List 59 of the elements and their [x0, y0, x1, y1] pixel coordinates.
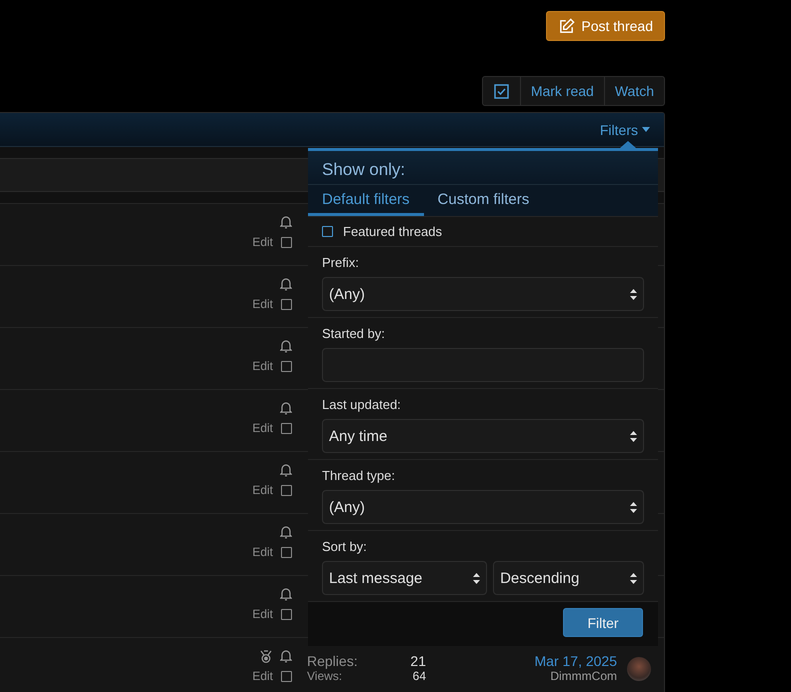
select-checkbox[interactable]	[281, 422, 292, 434]
select-field[interactable]: Last message	[322, 561, 488, 595]
bell-icon[interactable]	[280, 215, 292, 229]
select-checkbox[interactable]	[281, 484, 292, 496]
input-field[interactable]	[322, 348, 644, 382]
post-thread-button[interactable]: Post thread	[546, 11, 665, 41]
last-post-date[interactable]: Mar 17, 2025	[534, 654, 617, 669]
last-poster-name[interactable]: DimmmCom	[550, 669, 617, 684]
sort-arrows-icon	[473, 572, 480, 584]
sort-arrows-icon	[630, 430, 637, 442]
bell-icon[interactable]	[280, 525, 292, 539]
toolbar-button[interactable]: Mark read	[520, 77, 604, 105]
sort-arrows-icon	[630, 502, 637, 512]
bell-icon[interactable]	[280, 401, 292, 415]
menu-title: Show only:	[308, 151, 658, 185]
bell-icon[interactable]	[280, 339, 292, 353]
field-label: Started by:	[322, 326, 386, 342]
select-checkbox[interactable]	[281, 236, 292, 248]
edit-link[interactable]: Edit	[252, 421, 273, 435]
filter-button[interactable]: Filter	[563, 608, 643, 637]
select-field[interactable]: Any time	[322, 419, 644, 453]
replies-label: Replies:	[307, 654, 359, 669]
filters-link[interactable]: Filters	[600, 122, 650, 138]
field-label: Thread type:	[322, 468, 396, 484]
field-label: Sort by:	[322, 539, 368, 555]
select-checkbox[interactable]	[281, 360, 292, 372]
bell-icon[interactable]	[280, 277, 292, 291]
filter-tab[interactable]: Default filters	[308, 185, 424, 216]
edit-link[interactable]: Edit	[252, 235, 273, 249]
edit-link[interactable]: Edit	[252, 669, 273, 683]
caret-icon	[642, 127, 650, 132]
edit-link[interactable]: Edit	[252, 359, 273, 373]
sort-arrows-icon	[630, 572, 638, 584]
sort-arrows-icon	[630, 288, 637, 300]
views-label: Views:	[307, 669, 344, 684]
edit-link[interactable]: Edit	[252, 483, 273, 497]
replies-count: 21	[410, 654, 426, 669]
bell-icon[interactable]	[280, 649, 292, 663]
bell-icon[interactable]	[280, 587, 292, 601]
select-field[interactable]: (Any)	[322, 277, 644, 311]
views-count: 64	[412, 669, 426, 684]
bell-icon[interactable]	[280, 463, 292, 477]
toolbar-button[interactable]: Watch	[604, 77, 664, 105]
select-checkbox[interactable]	[281, 670, 292, 682]
checkbox-icon	[494, 84, 509, 98]
edit-link[interactable]: Edit	[252, 607, 273, 621]
select-field[interactable]: Descending	[493, 561, 644, 595]
select-checkbox[interactable]	[281, 298, 292, 310]
edit-link[interactable]: Edit	[252, 545, 273, 559]
field-label: Prefix:	[322, 255, 360, 271]
field-label: Last updated:	[322, 397, 402, 413]
checkbox-label: Featured threads	[343, 224, 442, 239]
edit-link[interactable]: Edit	[252, 297, 273, 311]
featured-checkbox[interactable]	[322, 226, 333, 237]
select-checkbox[interactable]	[281, 608, 292, 620]
select-field[interactable]: (Any)	[322, 490, 644, 524]
edit-icon	[558, 18, 576, 34]
filter-tab[interactable]: Custom filters	[424, 185, 544, 216]
select-checkbox[interactable]	[281, 546, 292, 558]
